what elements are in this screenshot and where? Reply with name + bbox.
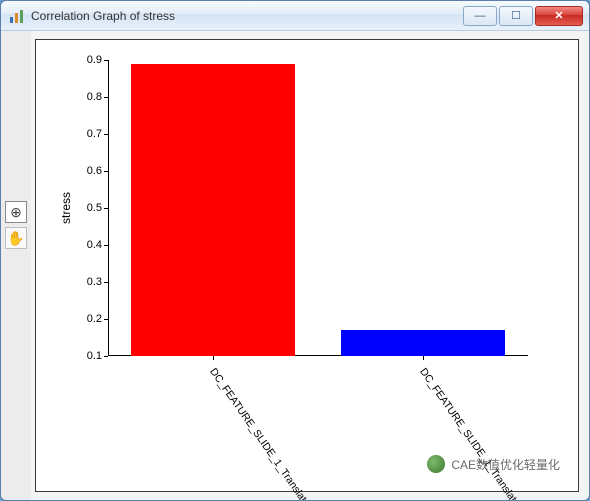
app-icon [9, 8, 25, 24]
y-tick-mark [104, 60, 108, 61]
y-tick-mark [104, 208, 108, 209]
y-tick-label: 0.1 [68, 350, 102, 362]
window-title: Correlation Graph of stress [31, 9, 461, 23]
figure-toolbar: ⊕ ✋ [1, 31, 31, 500]
app-window: Correlation Graph of stress — ☐ ✕ ⊕ ✋ st… [0, 0, 590, 501]
x-tick-mark [213, 356, 214, 360]
y-tick-mark [104, 282, 108, 283]
bar [341, 330, 505, 356]
watermark-text: CAE数值优化轻量化 [451, 456, 560, 473]
pan-tool[interactable]: ✋ [5, 227, 27, 249]
y-tick-label: 0.7 [68, 128, 102, 140]
x-tick-label: DC_FEATURE_SLIDE_1_Translate_X_2 [207, 366, 326, 500]
y-tick-label: 0.4 [68, 239, 102, 251]
axes-panel: stress 0.10.20.30.40.50.60.70.80.9DC_FEA… [35, 39, 579, 492]
y-tick-mark [104, 319, 108, 320]
close-button[interactable]: ✕ [535, 6, 583, 26]
bar [131, 64, 295, 356]
y-tick-mark [104, 97, 108, 98]
x-tick-mark [423, 356, 424, 360]
client-area: ⊕ ✋ stress 0.10.20.30.40.50.60.70.80.9DC… [1, 31, 589, 500]
y-tick-mark [104, 356, 108, 357]
y-tick-label: 0.9 [68, 54, 102, 66]
watermark-icon [427, 455, 445, 473]
y-tick-mark [104, 171, 108, 172]
titlebar[interactable]: Correlation Graph of stress — ☐ ✕ [1, 1, 589, 31]
y-tick-label: 0.6 [68, 165, 102, 177]
axes: stress 0.10.20.30.40.50.60.70.80.9DC_FEA… [108, 60, 528, 356]
y-tick-label: 0.3 [68, 276, 102, 288]
x-tick-label: DC_FEATURE_SLIDE_1_Translate_Y_3 [417, 366, 536, 500]
maximize-button[interactable]: ☐ [499, 6, 533, 26]
y-tick-mark [104, 245, 108, 246]
minimize-button[interactable]: — [463, 6, 497, 26]
y-tick-label: 0.5 [68, 202, 102, 214]
plot-wrap: stress 0.10.20.30.40.50.60.70.80.9DC_FEA… [31, 31, 589, 500]
y-tick-label: 0.2 [68, 313, 102, 325]
data-cursor-tool[interactable]: ⊕ [5, 201, 27, 223]
y-tick-label: 0.8 [68, 91, 102, 103]
window-buttons: — ☐ ✕ [461, 6, 583, 26]
y-tick-mark [104, 134, 108, 135]
